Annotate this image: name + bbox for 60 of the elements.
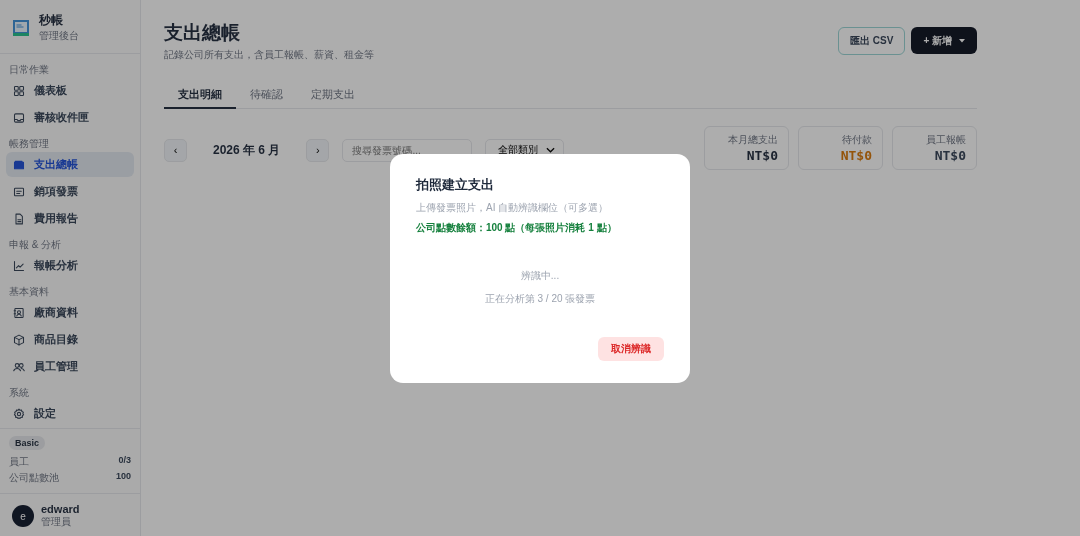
sidebar-item[interactable]: 費用報告 [6, 206, 134, 231]
stat-label: 員工 [9, 455, 29, 469]
stat-label: 公司點數池 [9, 471, 59, 485]
settings-icon [13, 407, 25, 420]
section-label: 日常作業 [8, 63, 50, 77]
card-value: NT$0 [933, 148, 966, 163]
section-label: 帳務管理 [8, 137, 50, 151]
user-name: edward [41, 503, 80, 515]
sidebar-item[interactable]: 廠商資料 [6, 300, 134, 325]
app-subtitle: 管理後台 [39, 29, 79, 43]
sidebar-item[interactable]: 支出總帳 [6, 152, 134, 177]
progress-text: 正在分析第 3 / 20 張發票 [484, 291, 596, 306]
status-text: 辨識中... [520, 268, 560, 283]
previous-month-button[interactable]: ‹ [164, 138, 187, 162]
card-label: 待付款 [841, 133, 872, 147]
document-icon [13, 212, 25, 225]
card-label: 員工報帳 [925, 133, 966, 147]
box-icon [13, 333, 25, 346]
cancel-button[interactable]: 取消辨識 [598, 336, 664, 361]
sidebar-item[interactable]: 員工管理 [6, 354, 134, 379]
logo-icon [12, 18, 30, 37]
sidebar-item[interactable]: 銷項發票 [6, 179, 134, 204]
contact-icon [13, 306, 25, 319]
card-label: 本月總支出 [727, 133, 778, 147]
avatar: e [12, 505, 34, 527]
tab[interactable]: 支出明細 [164, 81, 236, 109]
chart-icon [13, 259, 25, 272]
plan-badge: Basic [9, 436, 46, 450]
page-title: 支出總帳 [164, 21, 241, 45]
sidebar-item[interactable]: 審核收件匣 [6, 105, 134, 130]
sidebar-item[interactable]: 商品目錄 [6, 327, 134, 352]
inbox-icon [13, 111, 25, 124]
card-value: NT$0 [839, 148, 872, 163]
users-icon [13, 360, 25, 373]
app-name: 秒帳 [39, 12, 64, 29]
stat-value: 100 [115, 471, 131, 483]
chevron-down-icon [546, 147, 556, 153]
tab[interactable]: 定期支出 [297, 81, 369, 109]
next-month-button[interactable]: › [306, 138, 330, 162]
grid-icon [13, 84, 25, 97]
sidebar-item[interactable]: 設定 [6, 401, 134, 426]
credit-balance: 公司點數餘額：100 點（每張照片消耗 1 點） [416, 220, 618, 235]
card-value: NT$0 [745, 148, 778, 163]
wallet-icon [13, 158, 25, 171]
month-label: 2026 年 6 月 [212, 141, 282, 159]
export-button[interactable]: 匯出 CSV [838, 27, 906, 55]
user-role: 管理員 [41, 515, 72, 529]
add-button[interactable]: + 新增 [911, 27, 977, 54]
receipt-icon [13, 185, 25, 198]
stat-value: 0/3 [118, 455, 131, 467]
modal-description: 上傳發票照片，AI 自動辨識欄位（可多選） [416, 200, 610, 215]
section-label: 申報 & 分析 [8, 238, 63, 252]
section-label: 基本資料 [8, 285, 50, 299]
sidebar-item[interactable]: 報帳分析 [6, 253, 134, 278]
page-subtitle: 記錄公司所有支出，含員工報帳、薪資、租金等 [164, 48, 374, 62]
section-label: 系統 [8, 386, 30, 400]
modal-title: 拍照建立支出 [416, 175, 495, 194]
caret-icon [959, 38, 965, 43]
tab[interactable]: 待確認 [236, 81, 297, 109]
sidebar-item[interactable]: 儀表板 [6, 78, 134, 103]
